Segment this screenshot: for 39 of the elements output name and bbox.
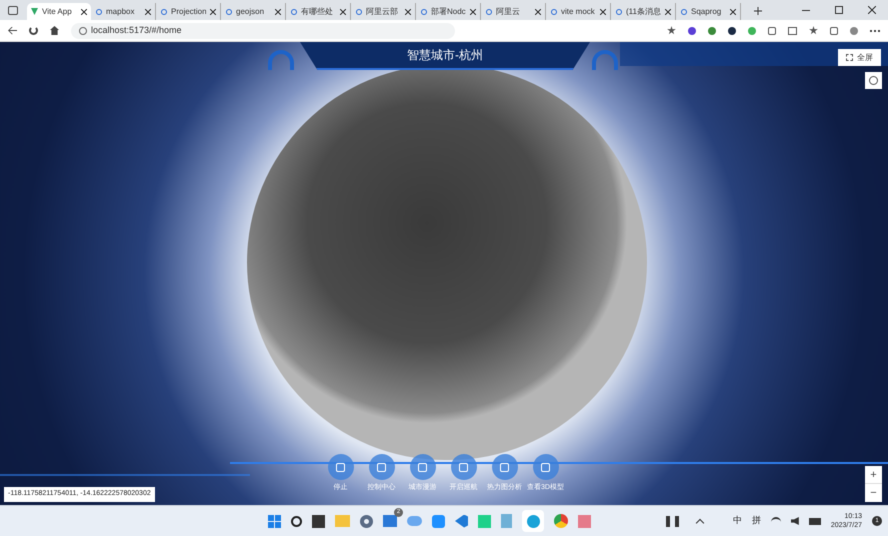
- close-icon[interactable]: [210, 8, 216, 14]
- tool-icon: [368, 454, 394, 480]
- browser-icon[interactable]: [522, 510, 544, 532]
- page-title: 智慧城市-杭州: [407, 47, 483, 64]
- close-icon[interactable]: [145, 8, 151, 14]
- close-icon[interactable]: [730, 8, 736, 14]
- ime-mode-text[interactable]: 中: [732, 514, 742, 528]
- browser-icon[interactable]: [554, 514, 568, 528]
- close-icon[interactable]: [81, 8, 87, 14]
- tool-icon: [532, 454, 558, 480]
- favorites-icon[interactable]: [809, 26, 818, 35]
- close-icon[interactable]: [535, 8, 541, 14]
- site-logo-icon: [31, 8, 38, 15]
- maximize-icon[interactable]: [835, 6, 843, 14]
- fullscreen-button[interactable]: 全屏: [838, 49, 881, 66]
- tab-actions-icon[interactable]: [8, 6, 18, 15]
- start-icon[interactable]: [268, 514, 281, 528]
- tool-icon: [328, 454, 354, 480]
- close-icon[interactable]: [340, 8, 346, 14]
- address-field[interactable]: localhost:5173/#/home: [71, 22, 455, 38]
- browser-tab[interactable]: Vite App: [27, 3, 91, 20]
- home-icon[interactable]: [50, 26, 59, 35]
- zoom-in-button[interactable]: +: [865, 466, 882, 484]
- refresh-icon[interactable]: [29, 26, 38, 35]
- close-icon[interactable]: [868, 6, 876, 14]
- ime-name-text[interactable]: 拼: [752, 514, 761, 528]
- theme-button[interactable]: [865, 72, 882, 89]
- close-icon[interactable]: [665, 8, 671, 14]
- tool-icon: [410, 454, 436, 480]
- tool-icon: [492, 454, 518, 480]
- close-icon[interactable]: [600, 8, 606, 14]
- close-icon[interactable]: [405, 8, 411, 14]
- tool-icon: [450, 454, 476, 480]
- close-icon[interactable]: [470, 8, 476, 14]
- close-icon[interactable]: [275, 8, 281, 14]
- zoom-out-button[interactable]: −: [865, 484, 882, 502]
- expand-icon: [846, 54, 853, 61]
- speaker-icon[interactable]: [790, 517, 799, 525]
- url-text: localhost:5173/#/home: [91, 24, 182, 37]
